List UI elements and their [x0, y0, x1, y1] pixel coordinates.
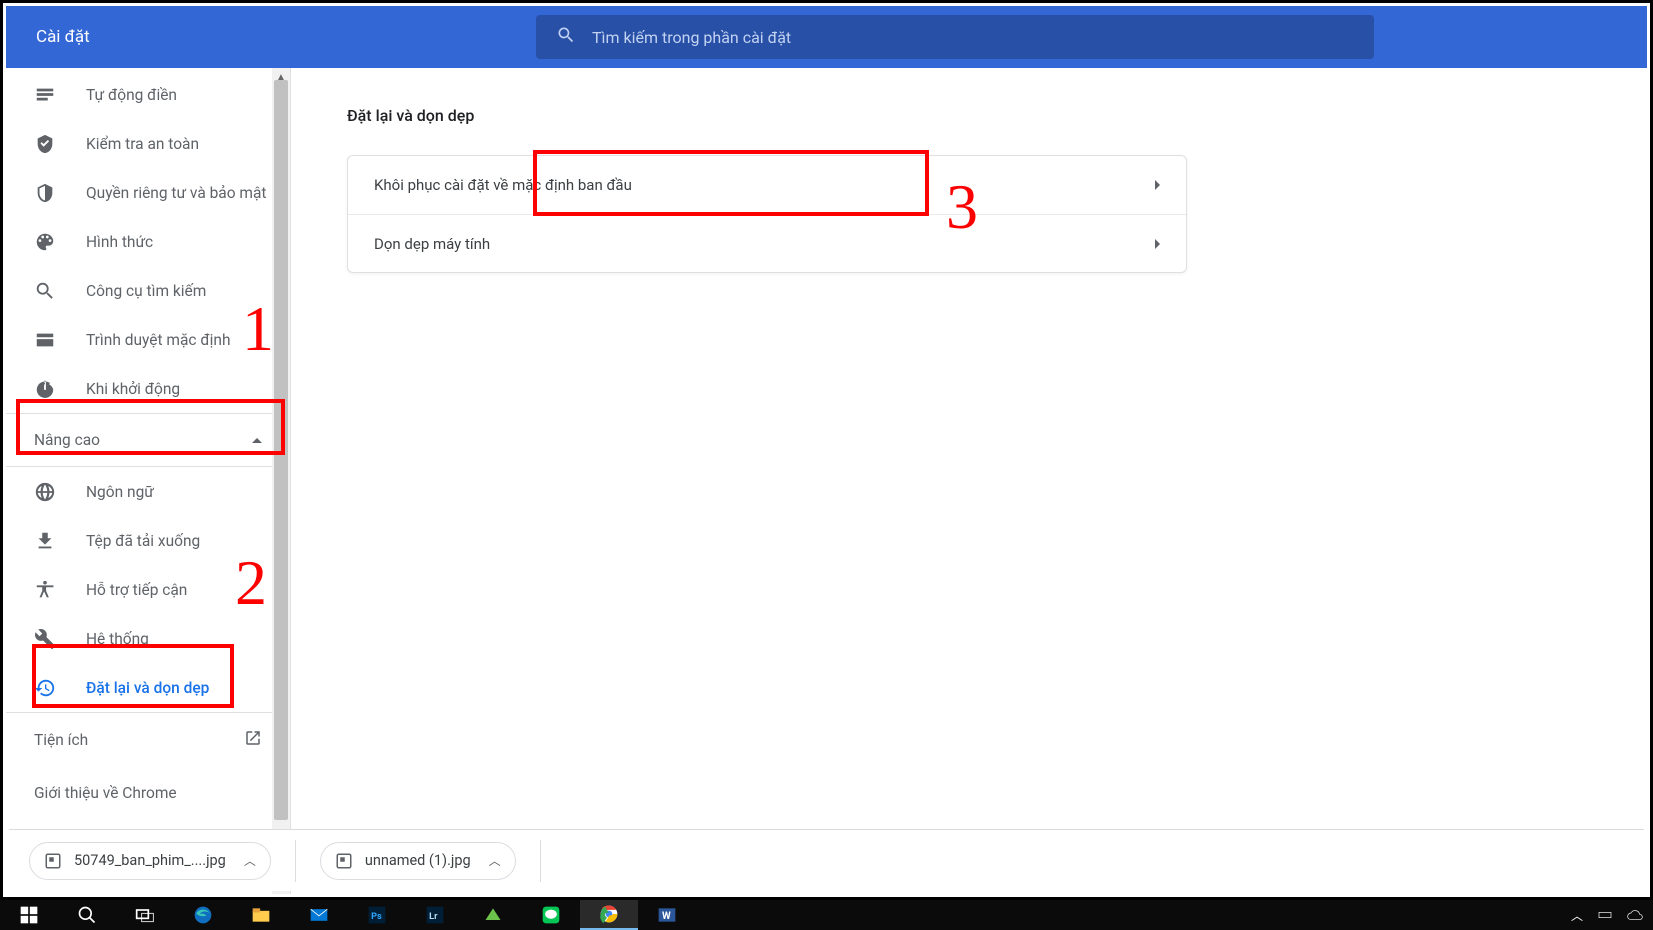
- sidebar-item-extensions[interactable]: Tiện ích: [6, 712, 290, 766]
- settings-header: Cài đặt: [6, 6, 1647, 68]
- search-icon: [34, 280, 56, 302]
- divider: [295, 840, 296, 882]
- section-title: Đặt lại và dọn dẹp: [347, 106, 1591, 125]
- taskbar-app-lightroom[interactable]: Lr: [406, 900, 464, 930]
- system-tray[interactable]: ︿: [1571, 907, 1653, 924]
- search-input[interactable]: [592, 28, 1354, 47]
- sidebar-item-privacy-security[interactable]: Quyền riêng tư và bảo mật: [6, 168, 290, 217]
- annotation-number-1: 1: [242, 292, 274, 366]
- sidebar: ▲ ▼ Tự động điền Kiểm tra an toàn Quyền …: [6, 68, 291, 894]
- sidebar-item-label: Quyền riêng tư và bảo mật: [86, 184, 267, 202]
- chevron-up-icon[interactable]: ︿: [489, 852, 501, 869]
- accessibility-icon: [34, 579, 56, 601]
- task-view-button[interactable]: [116, 900, 174, 930]
- taskbar-app-generic[interactable]: [464, 900, 522, 930]
- sidebar-item-label: Hỗ trợ tiếp cận: [86, 581, 187, 599]
- autofill-icon: [34, 84, 56, 106]
- palette-icon: [34, 231, 56, 253]
- downloads-bar: 50749_ban_phim_....jpg ︿ unnamed (1).jpg…: [9, 829, 1644, 891]
- download-filename: unnamed (1).jpg: [365, 852, 471, 869]
- annotation-box-2: [32, 644, 234, 708]
- shield-check-icon: [34, 133, 56, 155]
- taskbar-app-explorer[interactable]: [232, 900, 290, 930]
- chevron-up-icon[interactable]: ︿: [244, 852, 256, 869]
- annotation-number-2: 2: [235, 546, 267, 620]
- svg-text:W: W: [662, 911, 671, 922]
- sidebar-item-safety-check[interactable]: Kiểm tra an toàn: [6, 119, 290, 168]
- annotation-number-3: 3: [946, 170, 978, 244]
- sidebar-extensions-label: Tiện ích: [34, 731, 88, 749]
- annotation-box-3: [533, 150, 929, 216]
- divider: [540, 840, 541, 882]
- globe-icon: [34, 481, 56, 503]
- start-button[interactable]: [0, 900, 58, 930]
- page-title: Cài đặt: [6, 27, 536, 47]
- scrollbar-track[interactable]: ▲ ▼: [272, 68, 290, 894]
- sidebar-item-label: Trình duyệt mặc định: [86, 331, 230, 349]
- taskbar-app-word[interactable]: W: [638, 900, 696, 930]
- taskbar-app-line[interactable]: [522, 900, 580, 930]
- sidebar-about-label: Giới thiệu về Chrome: [34, 784, 177, 802]
- download-item[interactable]: unnamed (1).jpg ︿: [320, 842, 516, 880]
- sidebar-item-label: Khi khởi động: [86, 380, 180, 398]
- sidebar-item-label: Kiểm tra an toàn: [86, 135, 199, 153]
- browser-icon: [34, 329, 56, 351]
- cloud-icon[interactable]: [1627, 907, 1643, 923]
- sidebar-item-label: Ngôn ngữ: [86, 483, 154, 501]
- taskbar-app-chrome[interactable]: [580, 900, 638, 930]
- svg-text:Lr: Lr: [429, 912, 438, 922]
- sidebar-item-appearance[interactable]: Hình thức: [6, 217, 290, 266]
- taskbar-app-photoshop[interactable]: Ps: [348, 900, 406, 930]
- sidebar-item-autofill[interactable]: Tự động điền: [6, 70, 290, 119]
- cleanup-computer-row[interactable]: Dọn dẹp máy tính: [348, 214, 1186, 272]
- open-in-new-icon: [244, 729, 262, 751]
- card-row-label: Dọn dẹp máy tính: [374, 235, 490, 253]
- image-file-icon: [335, 852, 353, 870]
- tray-icon[interactable]: [1597, 907, 1613, 923]
- taskbar-app-mail[interactable]: [290, 900, 348, 930]
- sidebar-item-label: Hình thức: [86, 233, 153, 251]
- chevron-right-icon: [1155, 239, 1160, 249]
- sidebar-item-about-chrome[interactable]: Giới thiệu về Chrome: [6, 766, 290, 820]
- sidebar-item-language[interactable]: Ngôn ngữ: [6, 467, 290, 516]
- image-file-icon: [44, 852, 62, 870]
- annotation-box-1: [16, 399, 285, 455]
- search-button[interactable]: [58, 900, 116, 930]
- sidebar-item-label: Tệp đã tải xuống: [86, 532, 200, 550]
- shield-icon: [34, 182, 56, 204]
- sidebar-item-label: Công cụ tìm kiếm: [86, 282, 206, 300]
- taskbar-app-edge[interactable]: [174, 900, 232, 930]
- sidebar-item-label: Tự động điền: [86, 86, 177, 104]
- download-filename: 50749_ban_phim_....jpg: [74, 852, 226, 869]
- chevron-right-icon: [1155, 180, 1160, 190]
- download-icon: [34, 530, 56, 552]
- power-icon: [34, 378, 56, 400]
- search-bar[interactable]: [536, 15, 1374, 59]
- download-item[interactable]: 50749_ban_phim_....jpg ︿: [29, 842, 271, 880]
- tray-chevron-icon[interactable]: ︿: [1571, 907, 1583, 924]
- search-icon: [556, 25, 576, 49]
- svg-text:Ps: Ps: [371, 912, 382, 922]
- windows-taskbar[interactable]: Ps Lr W ︿: [0, 900, 1653, 930]
